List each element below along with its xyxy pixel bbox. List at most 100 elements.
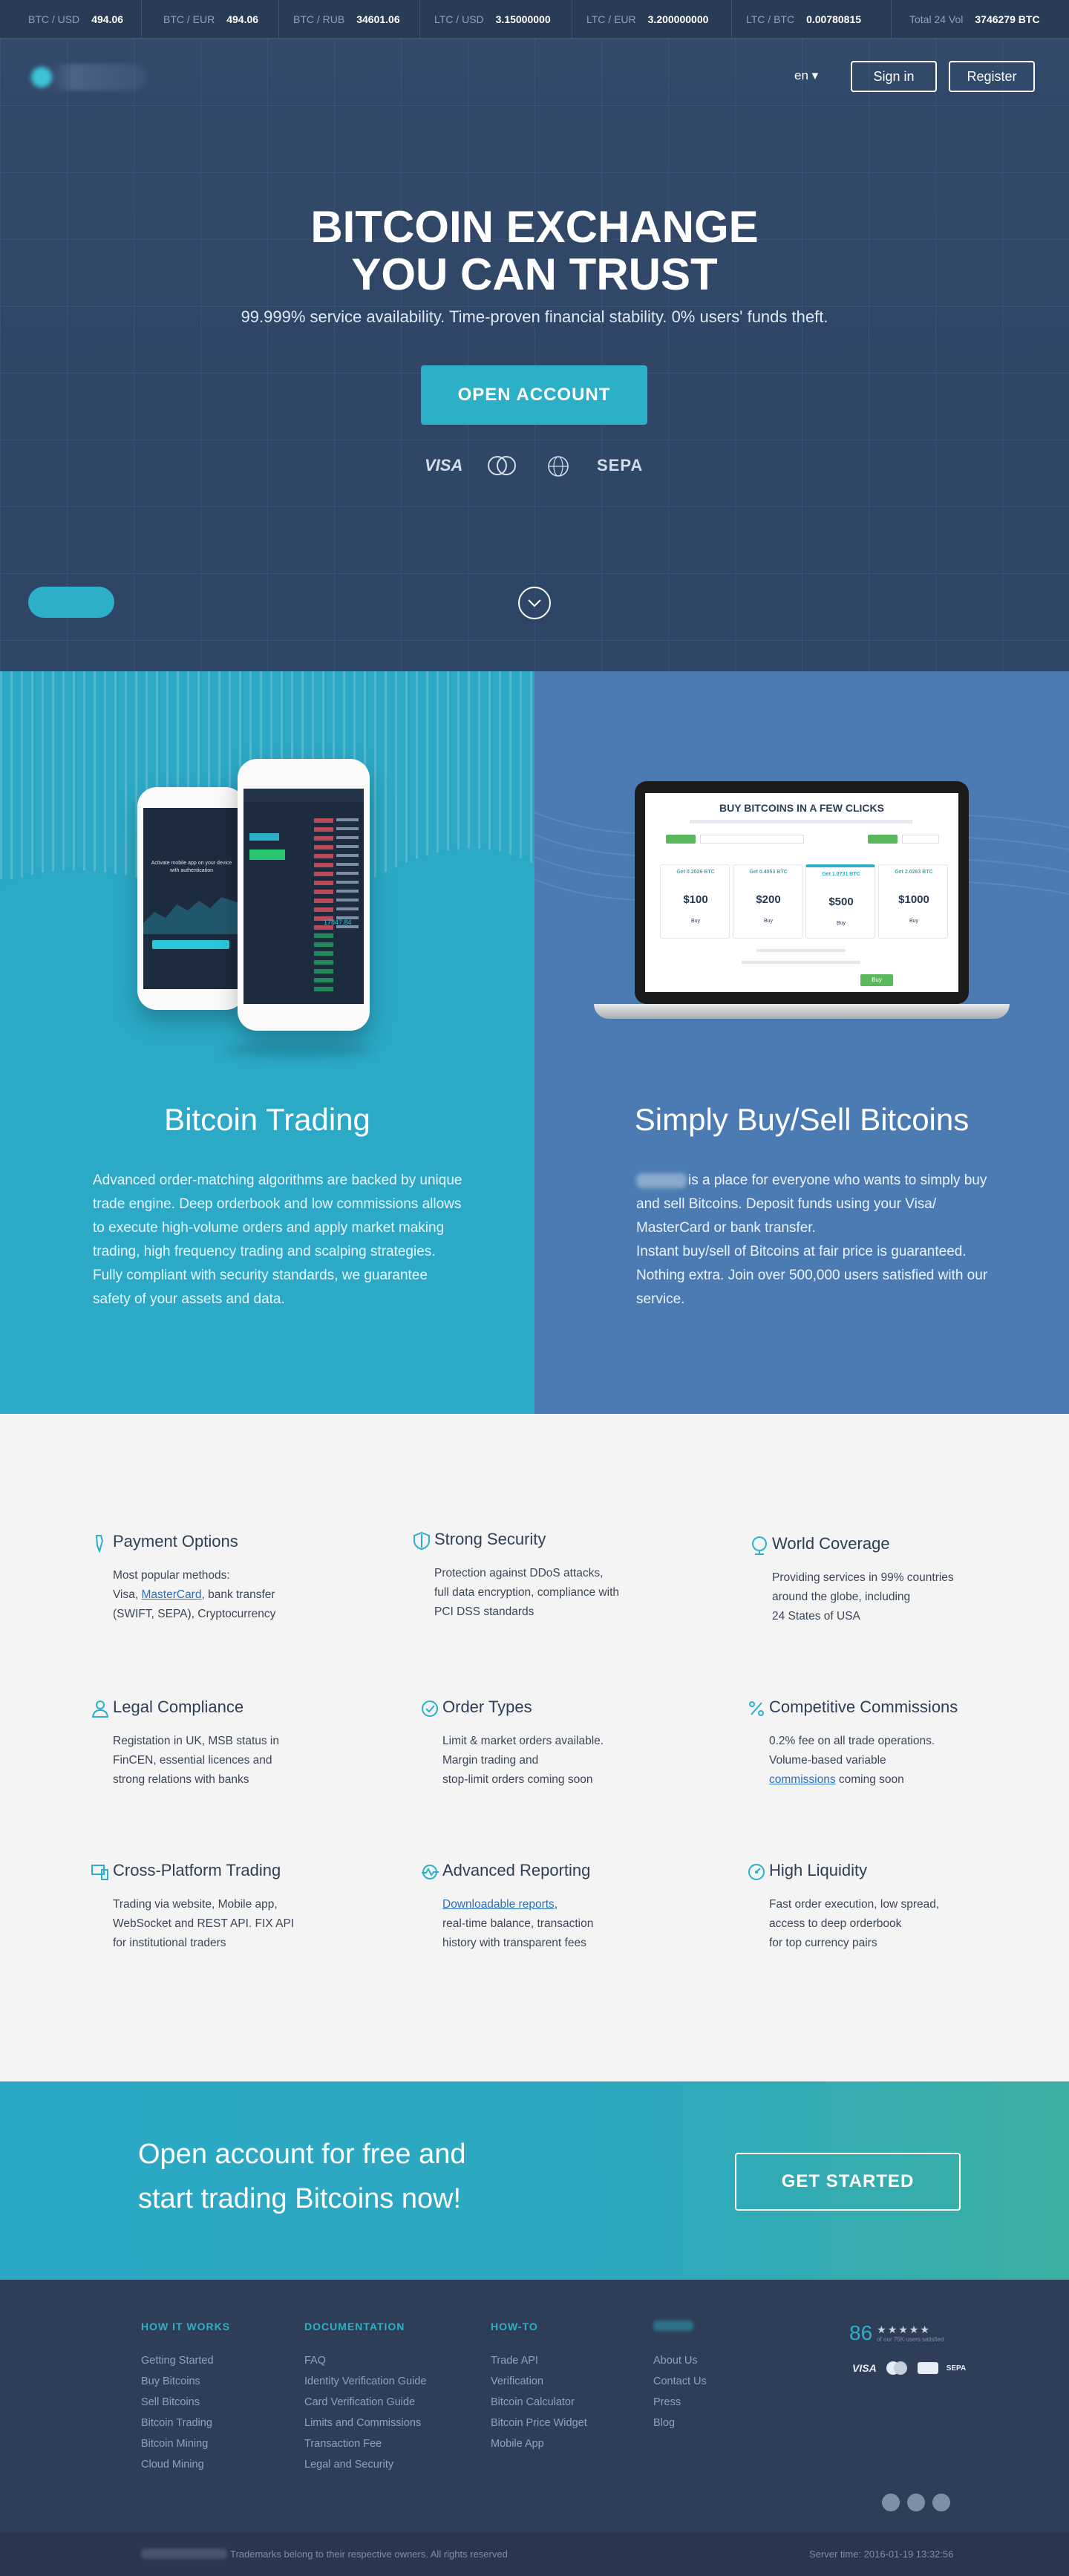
buy-sell-title: Simply Buy/Sell Bitcoins [634, 1102, 970, 1137]
card-logo [917, 2362, 938, 2374]
sepa-logo: SEPA [946, 2364, 967, 2373]
card-icon [95, 1535, 104, 1553]
payment-logos: VISA [425, 451, 462, 480]
footer-col-how-it-works: HOW IT WORKS Getting Started Buy Bitcoin… [141, 2321, 230, 2475]
site-logo[interactable] [28, 64, 147, 91]
footer-link[interactable]: Bitcoin Calculator [491, 2392, 587, 2413]
cta-banner: Open account for free and start trading … [0, 2081, 1069, 2280]
footer-link[interactable]: Press [653, 2392, 707, 2413]
globe-payment-icon [548, 456, 569, 477]
footer-link[interactable]: Cloud Mining [141, 2454, 230, 2475]
footer-link[interactable]: Transaction Fee [304, 2433, 426, 2454]
bitcoin-trading-text: Advanced order-matching algorithms are b… [93, 1173, 462, 1307]
visa-logo: VISA [852, 2362, 877, 2374]
laptop-buy-button[interactable]: Buy [860, 974, 893, 986]
footer-link[interactable]: About Us [653, 2350, 707, 2371]
bottom-bar: Trademarks belong to their respective ow… [0, 2532, 1069, 2576]
phone-small-button [152, 940, 229, 949]
star-icons: ★★★★★ [877, 2324, 931, 2335]
footer-heading-blurred [653, 2321, 693, 2331]
sepa-logo: SEPA [597, 456, 644, 475]
percent-icon [749, 1701, 764, 1716]
footer-link[interactable]: FAQ [304, 2350, 426, 2371]
footer-col-how-to: HOW-TO Trade API Verification Bitcoin Ca… [491, 2321, 587, 2454]
footer-link[interactable]: Identity Verification Guide [304, 2371, 426, 2392]
footer-link[interactable]: Buy Bitcoins [141, 2371, 230, 2392]
chart-icon [422, 1865, 439, 1879]
phone-large: 17847.84 [238, 759, 370, 1031]
phone-price: 17847.84 [324, 919, 352, 926]
price-ticker: BTC / USD 494.06 BTC / EUR 494.06 BTC / RU… [0, 0, 1069, 39]
brand-name-blurred [636, 1173, 687, 1188]
price-card[interactable]: Get 0.2026 BTC $100 Buy [660, 864, 730, 939]
footer-link[interactable]: Legal and Security [304, 2454, 426, 2475]
phone-shadow [223, 1043, 371, 1057]
footer-link[interactable]: Sell Bitcoins [141, 2392, 230, 2413]
footer-link[interactable]: Bitcoin Price Widget [491, 2413, 587, 2433]
price-card[interactable]: Get 1.0731 BTC $500 Buy [805, 864, 875, 939]
footer-link[interactable]: Mobile App [491, 2433, 587, 2454]
social-icon[interactable] [932, 2494, 950, 2511]
ticker-item: LTC / USD 3.15000000 [434, 13, 551, 25]
scroll-down-icon[interactable] [518, 587, 551, 619]
devices-icon [91, 1865, 108, 1880]
footer-link[interactable]: Limits and Commissions [304, 2413, 426, 2433]
commissions-link[interactable]: commissions [769, 1773, 836, 1786]
footer-link[interactable]: Trade API [491, 2350, 587, 2371]
copyright-blurred [141, 2549, 227, 2559]
footer-link[interactable]: Bitcoin Mining [141, 2433, 230, 2454]
gauge-icon [748, 1864, 765, 1880]
ticker-item: BTC / USD 494.06 [28, 13, 124, 25]
ticker-item: Total 24 Vol 3746279 BTC [909, 13, 1040, 25]
laptop: BUY BITCOINS IN A FEW CLICKS Get 0.2026 … [635, 781, 969, 1004]
chat-pill-button[interactable] [28, 587, 114, 618]
ticker-item: LTC / BTC 0.00780815 [746, 13, 862, 25]
trademarks-text: Trademarks belong to their respective ow… [230, 2549, 508, 2560]
footer-link[interactable]: Blog [653, 2413, 707, 2433]
ticker-item: BTC / RUB 34601.06 [293, 13, 400, 25]
shield-icon [413, 1531, 430, 1551]
hero-section: en ▾ Sign in Register BITCOIN EXCHANGE Y… [0, 39, 1069, 671]
mastercard-logo [886, 2361, 907, 2375]
downloadable-reports-link[interactable]: Downloadable reports [442, 1898, 555, 1911]
social-icon[interactable] [882, 2494, 900, 2511]
footer-payment-logos: VISA SEPA [852, 2360, 966, 2376]
social-icon[interactable] [907, 2494, 925, 2511]
phone-small: Activate mobile app on your device with … [137, 787, 245, 1010]
hero-subtitle: 99.999% service availability. Time-prove… [241, 307, 828, 326]
hero-title: BITCOIN EXCHANGE YOU CAN TRUST [310, 202, 759, 299]
phone-small-text: Activate mobile app on your device with … [151, 861, 232, 873]
footer-link[interactable]: Verification [491, 2371, 587, 2392]
price-card[interactable]: Get 0.4053 BTC $200 Buy [733, 864, 802, 939]
person-icon [91, 1701, 109, 1718]
mastercard-logo [488, 456, 516, 475]
footer-link[interactable]: Contact Us [653, 2371, 707, 2392]
laptop-title: BUY BITCOINS IN A FEW CLICKS [719, 802, 884, 814]
footer-col-documentation: DOCUMENTATION FAQ Identity Verification … [304, 2321, 426, 2475]
register-button[interactable]: Register [949, 61, 1035, 92]
sign-in-button[interactable]: Sign in [851, 61, 937, 92]
ticker-item: LTC / EUR 3.200000000 [586, 13, 709, 25]
sepa-logo-wrap: SEPA [597, 451, 643, 480]
bitcoin-trading-panel: Activate mobile app on your device with … [0, 671, 534, 1414]
phone-chart [143, 897, 239, 934]
cta-text: Open account for free and start trading … [138, 2139, 466, 2214]
footer-col-company: About Us Contact Us Press Blog [653, 2321, 707, 2433]
bitcoin-trading-title: Bitcoin Trading [164, 1102, 370, 1137]
phone-large-screen: 17847.84 [243, 789, 364, 1004]
price-card[interactable]: Get 2.0263 BTC $1000 Buy [878, 864, 948, 939]
check-circle-icon [422, 1701, 438, 1717]
open-account-button[interactable]: OPEN ACCOUNT [421, 365, 647, 425]
globe-icon [752, 1536, 767, 1555]
get-started-button[interactable]: GET STARTED [735, 2153, 961, 2211]
hero-background-grid [0, 39, 1069, 671]
footer: HOW IT WORKS Getting Started Buy Bitcoin… [0, 2280, 1069, 2532]
footer-link[interactable]: Bitcoin Trading [141, 2413, 230, 2433]
footer-link[interactable]: Card Verification Guide [304, 2392, 426, 2413]
laptop-screen: BUY BITCOINS IN A FEW CLICKS Get 0.2026 … [645, 793, 958, 992]
phone-small-screen: Activate mobile app on your device with … [143, 808, 239, 989]
language-selector[interactable]: en ▾ [794, 68, 818, 83]
laptop-base [594, 1004, 1010, 1019]
footer-link[interactable]: Getting Started [141, 2350, 230, 2371]
mastercard-link[interactable]: MasterCard [142, 1588, 202, 1601]
